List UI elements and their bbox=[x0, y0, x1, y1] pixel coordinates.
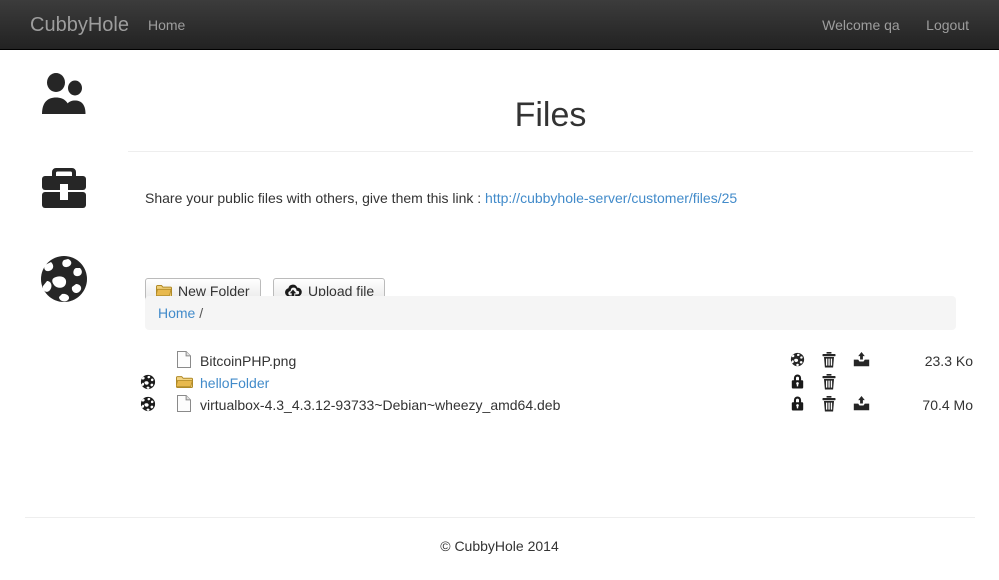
trash-icon[interactable] bbox=[822, 395, 836, 412]
globe-icon bbox=[38, 253, 90, 305]
row-type-icon bbox=[168, 394, 200, 416]
main-content: Files Share your public files with other… bbox=[128, 50, 973, 413]
globe-icon bbox=[140, 396, 156, 415]
users-icon bbox=[38, 70, 90, 122]
table-row: virtualbox-4.3_4.3.12-93733~Debian~wheez… bbox=[128, 394, 973, 416]
download-icon[interactable] bbox=[853, 352, 870, 367]
globe-icon[interactable] bbox=[790, 352, 805, 367]
row-file-name: BitcoinPHP.png bbox=[200, 353, 297, 369]
file-list-table: BitcoinPHP.png 23.3 Ko helloFolder virtu… bbox=[128, 350, 973, 416]
breadcrumb-item-home[interactable]: Home bbox=[158, 305, 195, 321]
sidebar-item-briefcase[interactable] bbox=[38, 162, 90, 214]
sidebar-item-users[interactable] bbox=[38, 70, 90, 122]
nav-welcome-user[interactable]: Welcome qa bbox=[822, 0, 900, 50]
public-share-link[interactable]: http://cubbyhole-server/customer/files/2… bbox=[485, 190, 737, 206]
row-file-name: virtualbox-4.3_4.3.12-93733~Debian~wheez… bbox=[200, 397, 561, 413]
row-action-delete[interactable] bbox=[813, 372, 845, 394]
breadcrumb: Home / bbox=[145, 296, 956, 330]
breadcrumb-separator: / bbox=[199, 305, 204, 321]
top-navbar: CubbyHole Home Welcome qa Logout bbox=[0, 0, 999, 50]
trash-icon[interactable] bbox=[822, 351, 836, 368]
share-link-row: Share your public files with others, giv… bbox=[145, 190, 737, 206]
page-title: Files bbox=[514, 96, 587, 134]
row-share-state bbox=[128, 350, 168, 372]
row-type-icon bbox=[168, 372, 200, 394]
row-share-state bbox=[128, 394, 168, 416]
row-action-download[interactable] bbox=[845, 350, 877, 372]
row-action-download[interactable] bbox=[845, 394, 877, 416]
row-file-size: 23.3 Ko bbox=[924, 353, 973, 369]
row-action-make-private[interactable] bbox=[781, 350, 813, 372]
row-file-size: 70.4 Mo bbox=[922, 397, 973, 413]
row-file-size bbox=[877, 372, 973, 394]
footer-copyright: © CubbyHole 2014 bbox=[440, 538, 559, 554]
folder-name-link[interactable]: helloFolder bbox=[200, 375, 269, 391]
sidebar-item-globe[interactable] bbox=[38, 253, 90, 305]
table-row: helloFolder bbox=[128, 372, 973, 394]
lock-icon[interactable] bbox=[791, 396, 804, 411]
row-action-delete[interactable] bbox=[813, 350, 845, 372]
table-row: BitcoinPHP.png 23.3 Ko bbox=[128, 350, 973, 372]
row-type-icon bbox=[168, 350, 200, 372]
row-action-make-public[interactable] bbox=[781, 372, 813, 394]
nav-home[interactable]: Home bbox=[148, 0, 185, 50]
share-description: Share your public files with others, giv… bbox=[145, 190, 482, 206]
briefcase-icon bbox=[38, 162, 90, 214]
nav-logout[interactable]: Logout bbox=[926, 0, 969, 50]
file-icon bbox=[177, 395, 191, 415]
lock-icon[interactable] bbox=[791, 374, 804, 389]
navbar-inner: CubbyHole Home Welcome qa Logout bbox=[0, 0, 999, 50]
title-divider bbox=[128, 151, 973, 152]
download-icon[interactable] bbox=[853, 396, 870, 411]
sidebar bbox=[0, 50, 128, 505]
row-share-state bbox=[128, 372, 168, 394]
file-icon bbox=[177, 351, 191, 371]
row-action-download-empty bbox=[845, 372, 877, 394]
row-action-delete[interactable] bbox=[813, 394, 845, 416]
folder-icon bbox=[175, 375, 193, 392]
footer-divider bbox=[25, 517, 975, 518]
row-file-name: helloFolder bbox=[200, 372, 781, 394]
trash-icon[interactable] bbox=[822, 373, 836, 390]
globe-icon bbox=[140, 374, 156, 393]
row-action-make-public[interactable] bbox=[781, 394, 813, 416]
brand-logo[interactable]: CubbyHole bbox=[30, 0, 129, 50]
navbar-right-group: Welcome qa Logout bbox=[800, 0, 969, 50]
